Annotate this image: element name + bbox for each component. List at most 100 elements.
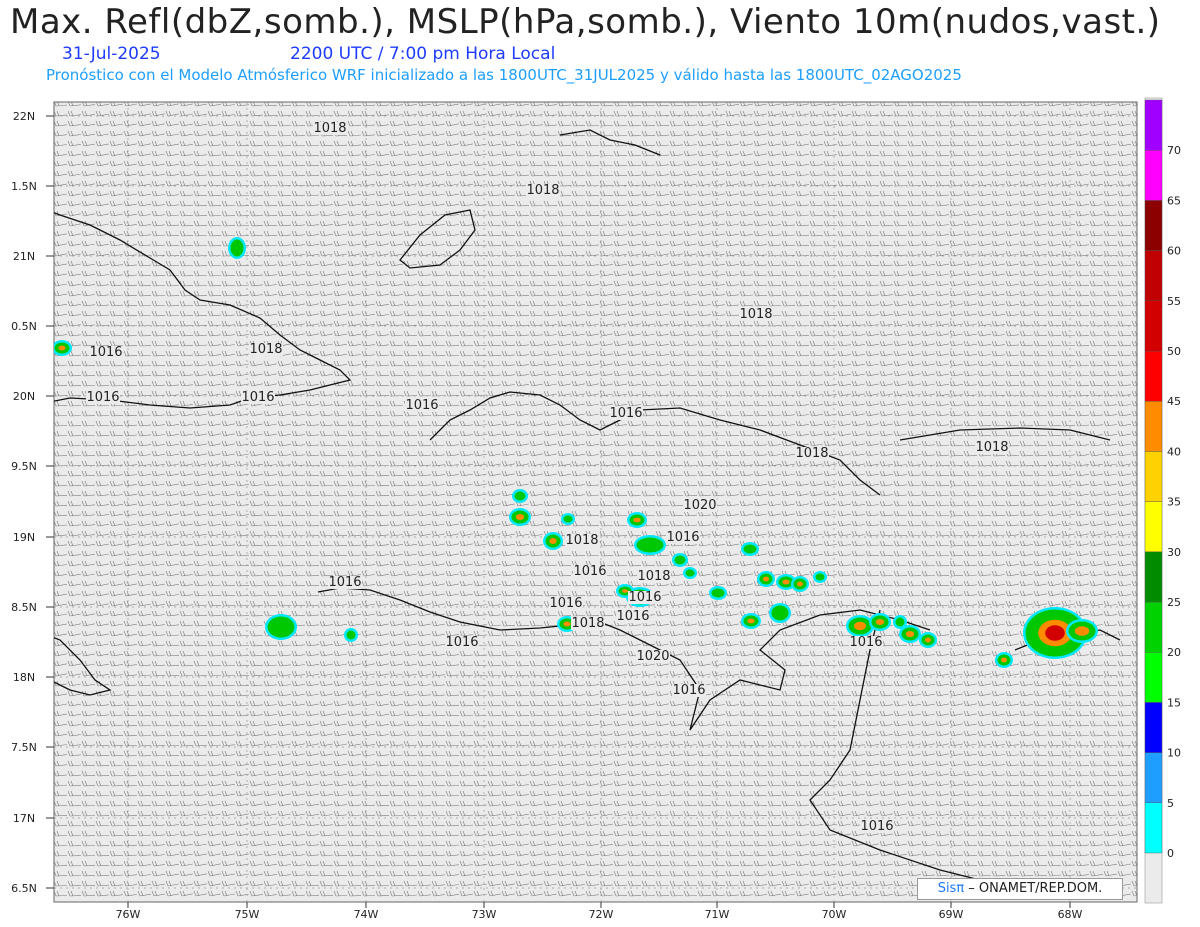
isobar-label: 1016 — [860, 819, 893, 834]
reflectivity-cell-core — [674, 555, 686, 565]
colorbar-swatch — [1144, 250, 1163, 302]
colorbar-label: 50 — [1167, 345, 1181, 358]
isobar-label: 1016 — [666, 530, 699, 545]
colorbar-label: 10 — [1167, 747, 1181, 760]
isobar-label: 1018 — [637, 569, 670, 584]
colorbar-label: 30 — [1167, 546, 1181, 559]
reflectivity-cell-intense — [797, 581, 803, 587]
colorbar-label: 60 — [1167, 245, 1181, 258]
latitude-label: 0.5N — [11, 320, 37, 333]
isobar-label: 1016 — [849, 635, 882, 650]
colorbar-swatch — [1144, 149, 1163, 201]
colorbar-swatch — [1144, 652, 1163, 703]
colorbar-label: 5 — [1167, 797, 1174, 810]
reflectivity-cell-intense — [58, 345, 66, 351]
reflectivity-cell-core — [711, 588, 725, 598]
reflectivity-cell-intense — [1074, 626, 1090, 636]
colorbar-swatch — [1144, 501, 1163, 553]
reflectivity-cell-intense — [925, 637, 931, 643]
reflectivity-cell-core — [267, 616, 295, 638]
longitude-label: 76W — [116, 908, 141, 921]
reflectivity-cell-core — [230, 239, 244, 257]
isobar-label: 1016 — [616, 609, 649, 624]
isobar-label: 1020 — [683, 498, 716, 513]
latitude-label: 17N — [13, 812, 35, 825]
isobar-label: 1018 — [571, 616, 604, 631]
reflectivity-cell-core — [771, 605, 789, 621]
isobar-label: 1018 — [526, 183, 559, 198]
reflectivity-cell-intense — [763, 576, 769, 582]
longitude-label: 70W — [822, 908, 847, 921]
reflectivity-cell-intense — [563, 621, 571, 627]
reflectivity-cell-intense — [854, 621, 866, 631]
longitude-label: 74W — [354, 908, 379, 921]
reflectivity-cell-core — [743, 544, 757, 554]
longitude-label: 71W — [705, 908, 730, 921]
isobar-label: 1018 — [739, 307, 772, 322]
isobar-label: 1018 — [795, 446, 828, 461]
colorbar-swatch — [1144, 752, 1163, 803]
isobar-label: 1016 — [86, 390, 119, 405]
colorbar-label: 40 — [1167, 445, 1181, 458]
reflectivity-cell-core — [514, 491, 526, 501]
latitude-label: 18N — [13, 671, 35, 684]
reflectivity-cell-intense — [905, 631, 915, 637]
latitude-label: 19N — [13, 531, 35, 544]
reflectivity-cell-core — [563, 515, 573, 523]
colorbar-label: 25 — [1167, 596, 1181, 609]
reflectivity-cell-core — [346, 630, 356, 640]
latitude-label: 9.5N — [11, 460, 37, 473]
colorbar-label: 70 — [1167, 144, 1181, 157]
latitude-label: 21N — [13, 250, 35, 263]
isobar-label: 1016 — [445, 635, 478, 650]
isobar-label: 1016 — [241, 390, 274, 405]
latitude-label: 6.5N — [11, 882, 37, 895]
isobar-label: 1016 — [672, 683, 705, 698]
latitude-label: 22N — [13, 110, 35, 123]
longitude-label: 68W — [1058, 908, 1083, 921]
colorbar-swatch — [1144, 802, 1163, 854]
isobar-label: 1016 — [549, 596, 582, 611]
isobar-label: 1016 — [609, 406, 642, 421]
onamet-credit-text: – ONAMET/REP.DOM. — [964, 881, 1103, 896]
colorbar-swatch — [1144, 551, 1163, 603]
isobar-label: 1016 — [628, 590, 661, 605]
colorbar-label: 45 — [1167, 395, 1181, 408]
latitude-label: 7.5N — [11, 741, 37, 754]
colorbar-swatch — [1144, 99, 1163, 151]
latitude-label: 8.5N — [11, 601, 37, 614]
reflectivity-cell-intense — [515, 514, 525, 520]
colorbar-swatch — [1144, 350, 1163, 402]
colorbar-swatch — [1144, 200, 1163, 251]
reflectivity-cell-intense — [633, 517, 641, 523]
reflectivity-colorbar: 0 5 10 15 20 25 30 35 40 45 50 55 60 65 70 — [1144, 97, 1181, 904]
colorbar-label: 0 — [1167, 847, 1174, 860]
reflectivity-cell-intense — [875, 619, 885, 625]
credit-box: Sisπ – ONAMET/REP.DOM. — [917, 878, 1123, 900]
reflectivity-cell-intense — [622, 589, 628, 593]
map-frame — [53, 101, 1138, 903]
isobar-label: 1018 — [975, 440, 1008, 455]
colorbar-swatch — [1144, 300, 1163, 352]
isobar-label: 1016 — [89, 345, 122, 360]
reflectivity-cell-core — [636, 537, 664, 553]
reflectivity-cell-intense — [782, 579, 790, 585]
reflectivity-cell-intense — [1001, 657, 1007, 663]
latitude-labels: 22N 1.5N 21N 0.5N 20N 9.5N 19N 8.5N 18N 7.5N 17N 6.… — [11, 110, 54, 895]
reflectivity-cell-core — [895, 617, 905, 627]
colorbar-label: 35 — [1167, 496, 1181, 509]
longitude-label: 72W — [589, 908, 614, 921]
reflectivity-cell-core — [685, 569, 695, 577]
colorbar-swatch — [1144, 702, 1163, 753]
isobar-label: 1018 — [565, 533, 598, 548]
colorbar-label: 55 — [1167, 295, 1181, 308]
reflectivity-cell-intense — [549, 538, 557, 544]
latitude-label: 20N — [13, 390, 35, 403]
colorbar-swatch — [1144, 401, 1163, 452]
sispi-logo-text: Sisπ — [937, 881, 965, 896]
isobar-label: 1016 — [328, 575, 361, 590]
weather-map: 101810181018101810161016 1016101610161018… — [11, 97, 1181, 921]
longitude-labels: 76W 75W 74W 73W 72W 71W 70W 69W 68W — [116, 902, 1083, 921]
colorbar-swatch — [1144, 451, 1163, 502]
colorbar-label: 15 — [1167, 696, 1181, 709]
